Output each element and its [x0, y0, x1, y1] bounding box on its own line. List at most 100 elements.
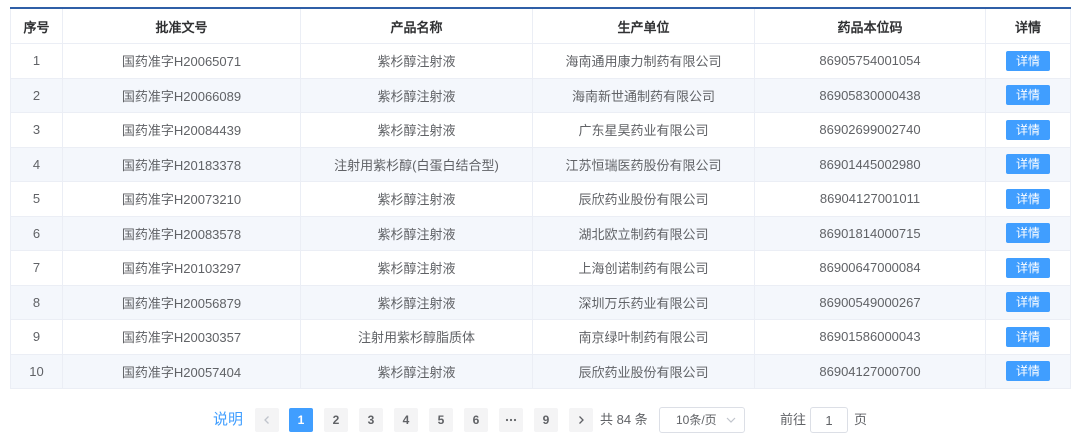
detail-button[interactable]: 详情 — [1006, 361, 1050, 382]
cell-approval-number: 国药准字H20073210 — [62, 181, 301, 217]
cell-index: 3 — [10, 112, 63, 148]
chevron-down-icon — [726, 417, 736, 423]
cell-product-name: 紫杉醇注射液 — [300, 43, 533, 79]
cell-manufacturer: 辰欣药业股份有限公司 — [532, 354, 755, 389]
cell-approval-number: 国药准字H20066089 — [62, 78, 301, 113]
column-header-manufacturer: 生产单位 — [532, 7, 755, 44]
cell-detail: 详情 — [985, 319, 1071, 355]
page-size-value: 10条/页 — [676, 413, 717, 427]
cell-index: 9 — [10, 319, 63, 355]
cell-manufacturer: 深圳万乐药业有限公司 — [532, 285, 755, 320]
page-button-2[interactable]: 2 — [324, 408, 348, 432]
cell-index: 5 — [10, 181, 63, 217]
prev-page-button[interactable] — [255, 408, 279, 432]
detail-button[interactable]: 详情 — [1006, 223, 1050, 244]
cell-product-name: 紫杉醇注射液 — [300, 78, 533, 113]
cell-manufacturer: 上海创诺制药有限公司 — [532, 250, 755, 286]
cell-drug-code: 86904127000700 — [754, 354, 986, 389]
table-row: 7 国药准字H20103297 紫杉醇注射液 上海创诺制药有限公司 869006… — [10, 250, 1071, 286]
page-button-last[interactable]: 9 — [534, 408, 558, 432]
pagination: 说明 1 2 3 4 5 6 9 共 84 条 10条/页 前往 页 — [0, 407, 1080, 433]
column-header-product-name: 产品名称 — [300, 7, 533, 44]
cell-index: 6 — [10, 216, 63, 251]
table-row: 9 国药准字H20030357 注射用紫杉醇脂质体 南京绿叶制药有限公司 869… — [10, 319, 1071, 355]
detail-button[interactable]: 详情 — [1006, 326, 1050, 347]
cell-detail: 详情 — [985, 250, 1071, 286]
column-header-detail: 详情 — [985, 7, 1071, 44]
cell-index: 7 — [10, 250, 63, 286]
more-icon — [505, 418, 517, 422]
cell-index: 2 — [10, 78, 63, 113]
cell-approval-number: 国药准字H20183378 — [62, 147, 301, 182]
cell-detail: 详情 — [985, 43, 1071, 79]
table-row: 8 国药准字H20056879 紫杉醇注射液 深圳万乐药业有限公司 869005… — [10, 285, 1071, 320]
cell-manufacturer: 广东星昊药业有限公司 — [532, 112, 755, 148]
cell-detail: 详情 — [985, 78, 1071, 113]
page-button-5[interactable]: 5 — [429, 408, 453, 432]
table-row: 3 国药准字H20084439 紫杉醇注射液 广东星昊药业有限公司 869026… — [10, 112, 1071, 148]
cell-drug-code: 86900549000267 — [754, 285, 986, 320]
chevron-left-icon — [264, 416, 269, 424]
cell-product-name: 紫杉醇注射液 — [300, 181, 533, 217]
more-pages-button[interactable] — [499, 408, 523, 432]
page-button-3[interactable]: 3 — [359, 408, 383, 432]
cell-approval-number: 国药准字H20083578 — [62, 216, 301, 251]
cell-detail: 详情 — [985, 285, 1071, 320]
cell-approval-number: 国药准字H20103297 — [62, 250, 301, 286]
table-row: 4 国药准字H20183378 注射用紫杉醇(白蛋白结合型) 江苏恒瑞医药股份有… — [10, 147, 1071, 182]
detail-button[interactable]: 详情 — [1006, 85, 1050, 106]
cell-detail: 详情 — [985, 181, 1071, 217]
page-button-1[interactable]: 1 — [289, 408, 313, 432]
cell-product-name: 注射用紫杉醇脂质体 — [300, 319, 533, 355]
cell-product-name: 注射用紫杉醇(白蛋白结合型) — [300, 147, 533, 182]
column-header-approval-number: 批准文号 — [62, 7, 301, 44]
cell-product-name: 紫杉醇注射液 — [300, 250, 533, 286]
detail-button[interactable]: 详情 — [1006, 188, 1050, 209]
cell-index: 4 — [10, 147, 63, 182]
cell-manufacturer: 海南通用康力制药有限公司 — [532, 43, 755, 79]
page-button-4[interactable]: 4 — [394, 408, 418, 432]
column-header-drug-code: 药品本位码 — [754, 7, 986, 44]
detail-button[interactable]: 详情 — [1006, 50, 1050, 71]
cell-detail: 详情 — [985, 112, 1071, 148]
cell-detail: 详情 — [985, 147, 1071, 182]
cell-drug-code: 86902699002740 — [754, 112, 986, 148]
detail-button[interactable]: 详情 — [1006, 292, 1050, 313]
goto-label: 前往 — [780, 412, 807, 427]
cell-product-name: 紫杉醇注射液 — [300, 285, 533, 320]
goto-suffix: 页 — [854, 412, 868, 427]
cell-product-name: 紫杉醇注射液 — [300, 354, 533, 389]
cell-index: 8 — [10, 285, 63, 320]
chevron-right-icon — [579, 416, 584, 424]
cell-drug-code: 86905830000438 — [754, 78, 986, 113]
next-page-button[interactable] — [569, 408, 593, 432]
results-grid: 序号 批准文号 产品名称 生产单位 药品本位码 详情 1 国药准字H200650… — [10, 7, 1071, 389]
cell-drug-code: 86901814000715 — [754, 216, 986, 251]
cell-drug-code: 86904127001011 — [754, 181, 986, 217]
cell-product-name: 紫杉醇注射液 — [300, 112, 533, 148]
detail-button[interactable]: 详情 — [1006, 119, 1050, 140]
cell-manufacturer: 海南新世通制药有限公司 — [532, 78, 755, 113]
cell-manufacturer: 辰欣药业股份有限公司 — [532, 181, 755, 217]
cell-approval-number: 国药准字H20065071 — [62, 43, 301, 79]
total-count: 共 84 条 — [600, 412, 648, 427]
detail-button[interactable]: 详情 — [1006, 154, 1050, 175]
cell-detail: 详情 — [985, 216, 1071, 251]
page-size-select[interactable]: 10条/页 — [659, 407, 745, 433]
cell-drug-code: 86905754001054 — [754, 43, 986, 79]
table-row: 2 国药准字H20066089 紫杉醇注射液 海南新世通制药有限公司 86905… — [10, 78, 1071, 113]
table-header-row: 序号 批准文号 产品名称 生产单位 药品本位码 详情 — [10, 7, 1071, 44]
drug-results-table: 序号 批准文号 产品名称 生产单位 药品本位码 详情 1 国药准字H200650… — [10, 7, 1071, 389]
cell-approval-number: 国药准字H20030357 — [62, 319, 301, 355]
table-row: 1 国药准字H20065071 紫杉醇注射液 海南通用康力制药有限公司 8690… — [10, 43, 1071, 79]
cell-manufacturer: 南京绿叶制药有限公司 — [532, 319, 755, 355]
cell-product-name: 紫杉醇注射液 — [300, 216, 533, 251]
goto-page-input[interactable] — [810, 407, 848, 433]
cell-drug-code: 86900647000084 — [754, 250, 986, 286]
page-button-6[interactable]: 6 — [464, 408, 488, 432]
cell-approval-number: 国药准字H20057404 — [62, 354, 301, 389]
table-row: 10 国药准字H20057404 紫杉醇注射液 辰欣药业股份有限公司 86904… — [10, 354, 1071, 389]
help-link[interactable]: 说明 — [213, 407, 243, 433]
detail-button[interactable]: 详情 — [1006, 257, 1050, 278]
table-row: 6 国药准字H20083578 紫杉醇注射液 湖北欧立制药有限公司 869018… — [10, 216, 1071, 251]
